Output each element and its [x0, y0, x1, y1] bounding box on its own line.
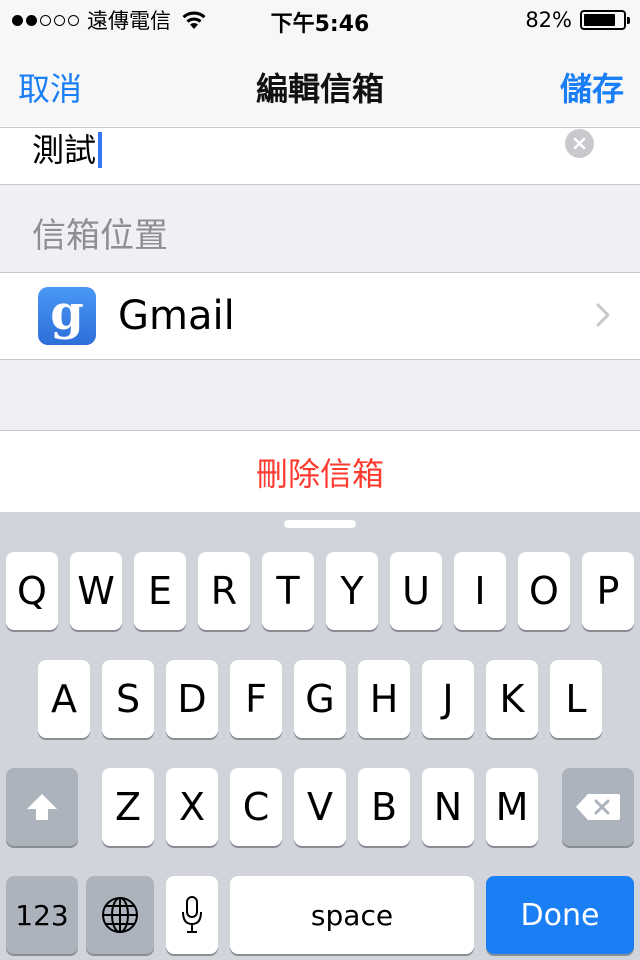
shift-arrow-icon: [27, 794, 57, 820]
globe-icon: [102, 897, 138, 933]
mailbox-location-row[interactable]: g Gmail: [0, 272, 640, 360]
key-f[interactable]: F: [230, 660, 282, 738]
key-p[interactable]: P: [582, 552, 634, 630]
mailbox-name-input[interactable]: [32, 128, 552, 168]
numbers-key[interactable]: 123: [6, 876, 78, 954]
delete-key[interactable]: [562, 768, 634, 846]
key-q[interactable]: Q: [6, 552, 58, 630]
key-j[interactable]: J: [422, 660, 474, 738]
key-y[interactable]: Y: [326, 552, 378, 630]
page-title: 編輯信箱: [255, 70, 384, 108]
battery-fill: [584, 14, 616, 26]
clear-text-icon[interactable]: [565, 129, 594, 158]
key-g[interactable]: G: [294, 660, 346, 738]
section-header-location: 信箱位置: [32, 216, 168, 256]
key-k[interactable]: K: [486, 660, 538, 738]
keyboard: 123 space Done QWERTYUIOP ASDFGHJKL ZXCVBN…: [0, 512, 640, 960]
key-w[interactable]: W: [70, 552, 122, 630]
key-l[interactable]: L: [550, 660, 602, 738]
key-u[interactable]: U: [390, 552, 442, 630]
key-e[interactable]: E: [134, 552, 186, 630]
key-z[interactable]: Z: [102, 768, 154, 846]
key-i[interactable]: I: [454, 552, 506, 630]
battery-percent: 82%: [525, 8, 572, 32]
battery-icon: [580, 10, 630, 30]
key-b[interactable]: B: [358, 768, 410, 846]
key-h[interactable]: H: [358, 660, 410, 738]
microphone-icon: [182, 896, 202, 933]
status-bar: 遠傳電信 下午5:46 82%: [0, 0, 640, 40]
key-a[interactable]: A: [38, 660, 90, 738]
chevron-right-icon: [596, 303, 610, 331]
globe-key[interactable]: [86, 876, 154, 954]
space-key[interactable]: space: [230, 876, 474, 954]
nav-bar: 取消 編輯信箱 儲存: [0, 40, 640, 128]
backspace-icon: [576, 794, 620, 820]
account-label: Gmail: [118, 293, 235, 339]
key-d[interactable]: D: [166, 660, 218, 738]
key-n[interactable]: N: [422, 768, 474, 846]
shift-key[interactable]: [6, 768, 78, 846]
delete-mailbox-label: 刪除信箱: [255, 454, 384, 493]
dictation-key[interactable]: [166, 876, 218, 954]
delete-mailbox-button[interactable]: 刪除信箱: [0, 430, 640, 512]
key-r[interactable]: R: [198, 552, 250, 630]
key-t[interactable]: T: [262, 552, 314, 630]
key-o[interactable]: O: [518, 552, 570, 630]
done-key[interactable]: Done: [486, 876, 634, 954]
key-s[interactable]: S: [102, 660, 154, 738]
key-x[interactable]: X: [166, 768, 218, 846]
google-g-icon: g: [38, 287, 96, 345]
key-m[interactable]: M: [486, 768, 538, 846]
key-c[interactable]: C: [230, 768, 282, 846]
save-button[interactable]: 儲存: [560, 64, 624, 110]
key-v[interactable]: V: [294, 768, 346, 846]
text-caret: [98, 132, 102, 168]
keyboard-drag-handle[interactable]: [284, 520, 356, 528]
status-right: 82%: [525, 6, 630, 34]
mailbox-name-row: [0, 128, 640, 185]
